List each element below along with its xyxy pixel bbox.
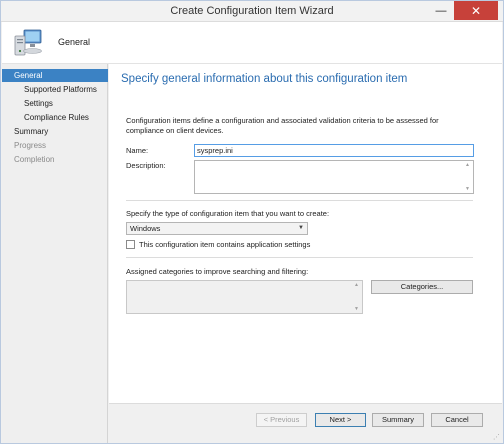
- sidebar-item-summary[interactable]: Summary: [2, 125, 108, 138]
- wizard-content: Specify general information about this c…: [109, 64, 502, 403]
- sidebar-item-completion: Completion: [14, 155, 55, 164]
- wizard-window: Create Configuration Item Wizard — ✕ Gen…: [0, 0, 504, 444]
- minimize-icon: —: [435, 4, 447, 17]
- sidebar-item-general[interactable]: General: [2, 69, 108, 82]
- scroll-down-icon: ▼: [354, 306, 359, 312]
- close-icon: ✕: [470, 3, 482, 18]
- wizard-steps-sidebar: General Supported Platforms Settings Com…: [2, 64, 108, 443]
- sidebar-item-supported-platforms[interactable]: Supported Platforms: [2, 83, 108, 96]
- close-button[interactable]: ✕: [454, 1, 498, 20]
- scroll-up-icon: ▲: [465, 162, 470, 168]
- description-field[interactable]: ▲ ▼: [194, 160, 474, 194]
- scroll-up-icon: ▲: [354, 282, 359, 288]
- application-settings-checkbox[interactable]: [126, 240, 135, 249]
- sidebar-item-progress: Progress: [14, 141, 47, 150]
- config-type-dropdown[interactable]: Windows ▼: [126, 222, 308, 235]
- categories-list[interactable]: ▲ ▼: [126, 280, 363, 314]
- sidebar-item-compliance-rules[interactable]: Compliance Rules: [2, 111, 108, 124]
- cancel-button[interactable]: Cancel: [431, 413, 483, 427]
- name-field[interactable]: sysprep.ini: [194, 144, 474, 157]
- config-type-value: Windows: [130, 224, 161, 233]
- divider: [126, 257, 473, 258]
- next-button[interactable]: Next >: [315, 413, 366, 427]
- divider: [126, 200, 473, 201]
- minimize-button[interactable]: —: [428, 1, 454, 20]
- sidebar-item-settings[interactable]: Settings: [2, 97, 108, 110]
- intro-text: Configuration items define a configurati…: [126, 116, 439, 135]
- header-title: General: [58, 37, 91, 47]
- chevron-down-icon: ▼: [298, 225, 304, 231]
- type-label: Specify the type of configuration item t…: [126, 209, 330, 218]
- name-label: Name:: [126, 146, 149, 155]
- previous-button[interactable]: < Previous: [256, 413, 307, 427]
- page-title: Specify general information about this c…: [121, 73, 408, 85]
- application-settings-label: This configuration item contains applica…: [139, 240, 311, 249]
- description-label: Description:: [126, 161, 166, 170]
- wizard-header: General: [2, 22, 502, 64]
- categories-scrollbar[interactable]: ▲ ▼: [353, 282, 361, 312]
- scroll-down-icon: ▼: [465, 186, 470, 192]
- categories-label: Assigned categories to improve searching…: [126, 267, 309, 276]
- title-bar: Create Configuration Item Wizard — ✕: [1, 1, 503, 22]
- summary-button[interactable]: Summary: [372, 413, 424, 427]
- resize-grip-icon[interactable]: ⋰: [493, 433, 500, 441]
- categories-button[interactable]: Categories...: [371, 280, 473, 294]
- description-scrollbar[interactable]: ▲ ▼: [464, 162, 472, 192]
- wizard-footer: < Previous Next > Summary Cancel ⋰: [109, 403, 502, 443]
- computer-icon: [14, 29, 42, 56]
